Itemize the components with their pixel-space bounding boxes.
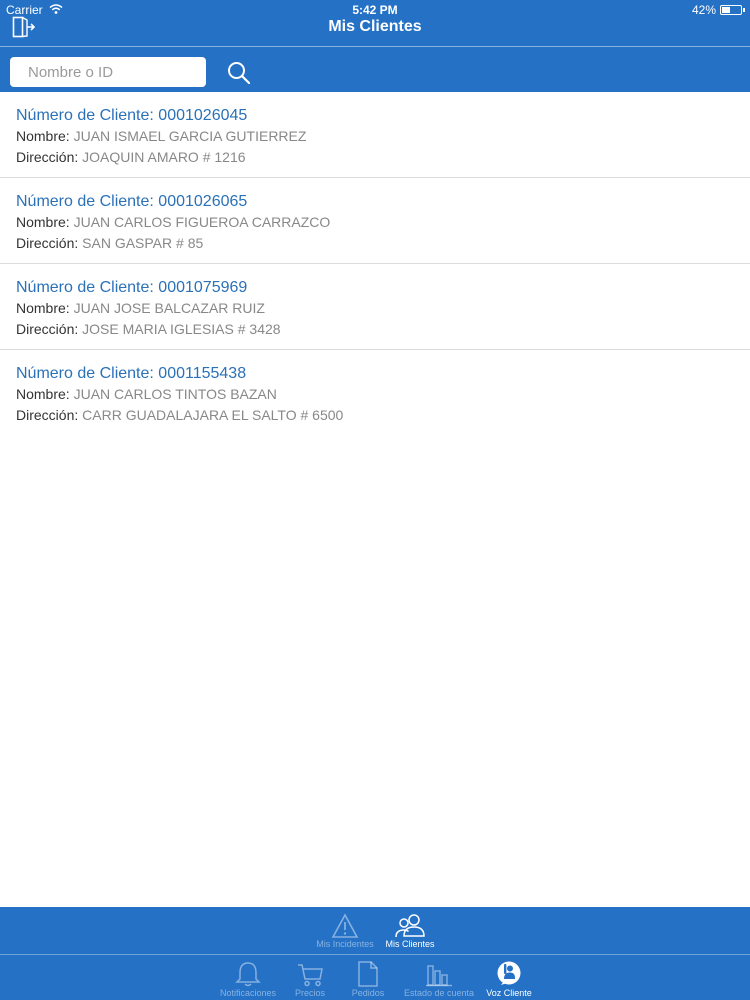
secondary-tab-bar: Mis Incidentes Mis Clientes — [0, 907, 750, 954]
bell-icon — [235, 962, 261, 987]
client-name-label: Nombre: — [16, 214, 74, 230]
tab-label: Notificaciones — [219, 988, 277, 998]
cart-icon — [298, 964, 323, 987]
tab-label: Voz Cliente — [486, 988, 532, 998]
voice-client-icon — [497, 961, 521, 985]
client-number: 0001155438 — [158, 365, 247, 382]
client-name: JUAN CARLOS TINTOS BAZAN — [73, 386, 277, 402]
nav-divider — [0, 46, 750, 47]
tab-mis-incidentes[interactable]: Mis Incidentes — [312, 913, 378, 949]
tab-label: Pedidos — [351, 988, 385, 998]
client-address: SAN GASPAR # 85 — [82, 235, 204, 251]
search-icon[interactable] — [226, 60, 252, 86]
client-name-label: Nombre: — [16, 300, 74, 316]
client-row[interactable]: Número de Cliente: 0001026045 Nombre: JU… — [0, 92, 750, 178]
tab-label: Mis Clientes — [385, 939, 435, 949]
client-row[interactable]: Número de Cliente: 0001026065 Nombre: JU… — [0, 178, 750, 264]
warning-icon — [331, 913, 359, 938]
client-row[interactable]: Número de Cliente: 0001075969 Nombre: JU… — [0, 264, 750, 350]
client-list: Número de Cliente: 0001026045 Nombre: JU… — [0, 92, 750, 436]
top-bar: Carrier 5:42 PM 42% Mis Clientes — [0, 0, 750, 92]
main-tab-bar: Notificaciones Precios Pedidos Estado de… — [0, 954, 750, 1000]
tab-precios[interactable]: Precios — [288, 960, 332, 998]
client-number: 0001075969 — [158, 279, 248, 296]
client-number-label: Número de Cliente: — [16, 107, 159, 124]
client-number-label: Número de Cliente: — [16, 279, 159, 296]
status-bar: Carrier 5:42 PM 42% — [0, 0, 750, 20]
people-icon — [395, 914, 425, 938]
document-icon — [358, 961, 378, 987]
battery-percent: 42% — [691, 3, 716, 17]
client-name-label: Nombre: — [16, 128, 74, 144]
chart-icon — [426, 965, 452, 987]
client-name: JUAN ISMAEL GARCIA GUTIERREZ — [73, 128, 307, 144]
tab-pedidos[interactable]: Pedidos — [345, 960, 391, 998]
battery-icon — [720, 5, 745, 15]
client-name-label: Nombre: — [16, 386, 74, 402]
client-name: JUAN CARLOS FIGUEROA CARRAZCO — [73, 214, 331, 230]
tab-label: Precios — [294, 988, 325, 998]
tab-notificaciones[interactable]: Notificaciones — [212, 960, 284, 998]
page-title: Mis Clientes — [328, 18, 422, 35]
client-number-label: Número de Cliente: — [16, 365, 159, 382]
tab-estado-de-cuenta[interactable]: Estado de cuenta — [396, 960, 482, 998]
tab-voz-cliente[interactable]: Voz Cliente — [482, 960, 536, 998]
client-number: 0001026065 — [158, 193, 248, 210]
client-address: CARR GUADALAJARA EL SALTO # 6500 — [82, 407, 344, 423]
tab-label: Mis Incidentes — [316, 939, 374, 949]
tab-label: Estado de cuenta — [403, 988, 475, 998]
client-name: JUAN JOSE BALCAZAR RUIZ — [73, 300, 265, 316]
tab-mis-clientes[interactable]: Mis Clientes — [380, 913, 440, 949]
client-address: JOSE MARIA IGLESIAS # 3428 — [82, 321, 281, 337]
clock: 5:42 PM — [352, 3, 398, 17]
search-input[interactable] — [10, 57, 206, 87]
client-row[interactable]: Número de Cliente: 0001155438 Nombre: JU… — [0, 350, 750, 436]
client-number: 0001026045 — [158, 107, 248, 124]
client-address-label: Dirección: — [16, 407, 83, 423]
client-address-label: Dirección: — [16, 321, 83, 337]
client-number-label: Número de Cliente: — [16, 193, 159, 210]
client-address-label: Dirección: — [16, 149, 83, 165]
client-address: JOAQUIN AMARO # 1216 — [82, 149, 246, 165]
client-address-label: Dirección: — [16, 235, 83, 251]
